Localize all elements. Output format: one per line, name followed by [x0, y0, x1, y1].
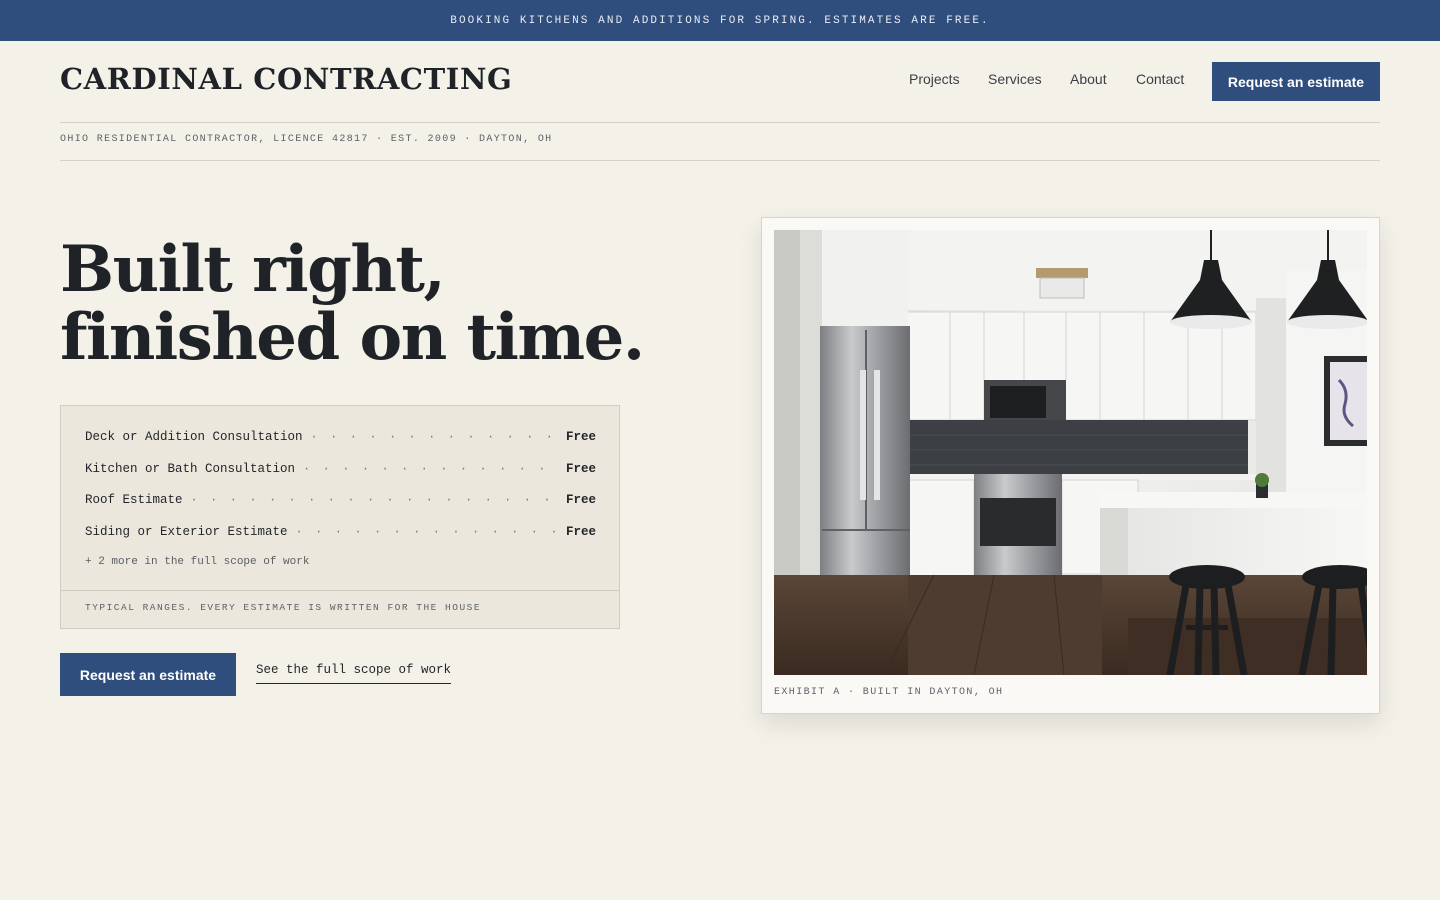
nav-projects[interactable]: Projects [909, 71, 960, 87]
hero-request-estimate-button[interactable]: Request an estimate [60, 653, 236, 696]
nav-request-estimate-button[interactable]: Request an estimate [1212, 62, 1380, 101]
exhibit-caption: EXHIBIT A · BUILT IN DAYTON, OH [774, 687, 1004, 698]
hero-headline: Built right, finished on time. [60, 236, 740, 372]
exhibit-photo-frame: EXHIBIT A · BUILT IN DAYTON, OH [761, 217, 1380, 714]
price-row-label: Siding or Exterior Estimate [85, 525, 288, 539]
announcement-text: BOOKING KITCHENS AND ADDITIONS FOR SPRIN… [450, 15, 990, 27]
price-card-note: TYPICAL RANGES. EVERY ESTIMATE IS WRITTE… [85, 602, 482, 613]
dot-leader: · · · · · · · · · · · · · · · · · · · · … [295, 525, 558, 539]
more-services-text: + 2 more in the full scope of work [85, 556, 310, 568]
headline-line-2: finished on time. [60, 300, 645, 375]
price-row-value: Free [565, 525, 596, 539]
dot-leader: · · · · · · · · · · · · · · · · · · · · … [303, 462, 558, 476]
nav-about[interactable]: About [1070, 71, 1107, 87]
price-row: Siding or Exterior Estimate · · · · · · … [85, 523, 596, 541]
estimate-price-list: Deck or Addition Consultation · · · · · … [60, 405, 620, 629]
price-row-value: Free [565, 493, 596, 507]
dot-leader: · · · · · · · · · · · · · · · · · · · · … [190, 493, 558, 507]
price-row: Deck or Addition Consultation · · · · · … [85, 428, 596, 446]
announcement-bar: BOOKING KITCHENS AND ADDITIONS FOR SPRIN… [0, 0, 1440, 41]
price-card-divider [61, 590, 619, 591]
brand-logo[interactable]: CARDINAL CONTRACTING [60, 62, 512, 96]
kitchen-photo [774, 230, 1367, 675]
headline-line-1: Built right, [60, 232, 446, 307]
licence-divider [60, 160, 1380, 161]
licence-line: OHIO RESIDENTIAL CONTRACTOR, LICENCE 428… [60, 134, 553, 145]
nav-services[interactable]: Services [988, 71, 1042, 87]
price-row: Kitchen or Bath Consultation · · · · · ·… [85, 460, 596, 478]
price-row: Roof Estimate · · · · · · · · · · · · · … [85, 491, 596, 509]
header-divider [60, 122, 1380, 123]
full-scope-link[interactable]: See the full scope of work [256, 663, 452, 684]
price-row-label: Kitchen or Bath Consultation [85, 462, 296, 476]
price-row-value: Free [565, 430, 596, 444]
nav-contact[interactable]: Contact [1136, 71, 1184, 87]
price-row-label: Deck or Addition Consultation [85, 430, 303, 444]
dot-leader: · · · · · · · · · · · · · · · · · · · · … [310, 430, 558, 444]
price-row-value: Free [565, 462, 596, 476]
price-row-label: Roof Estimate [85, 493, 183, 507]
